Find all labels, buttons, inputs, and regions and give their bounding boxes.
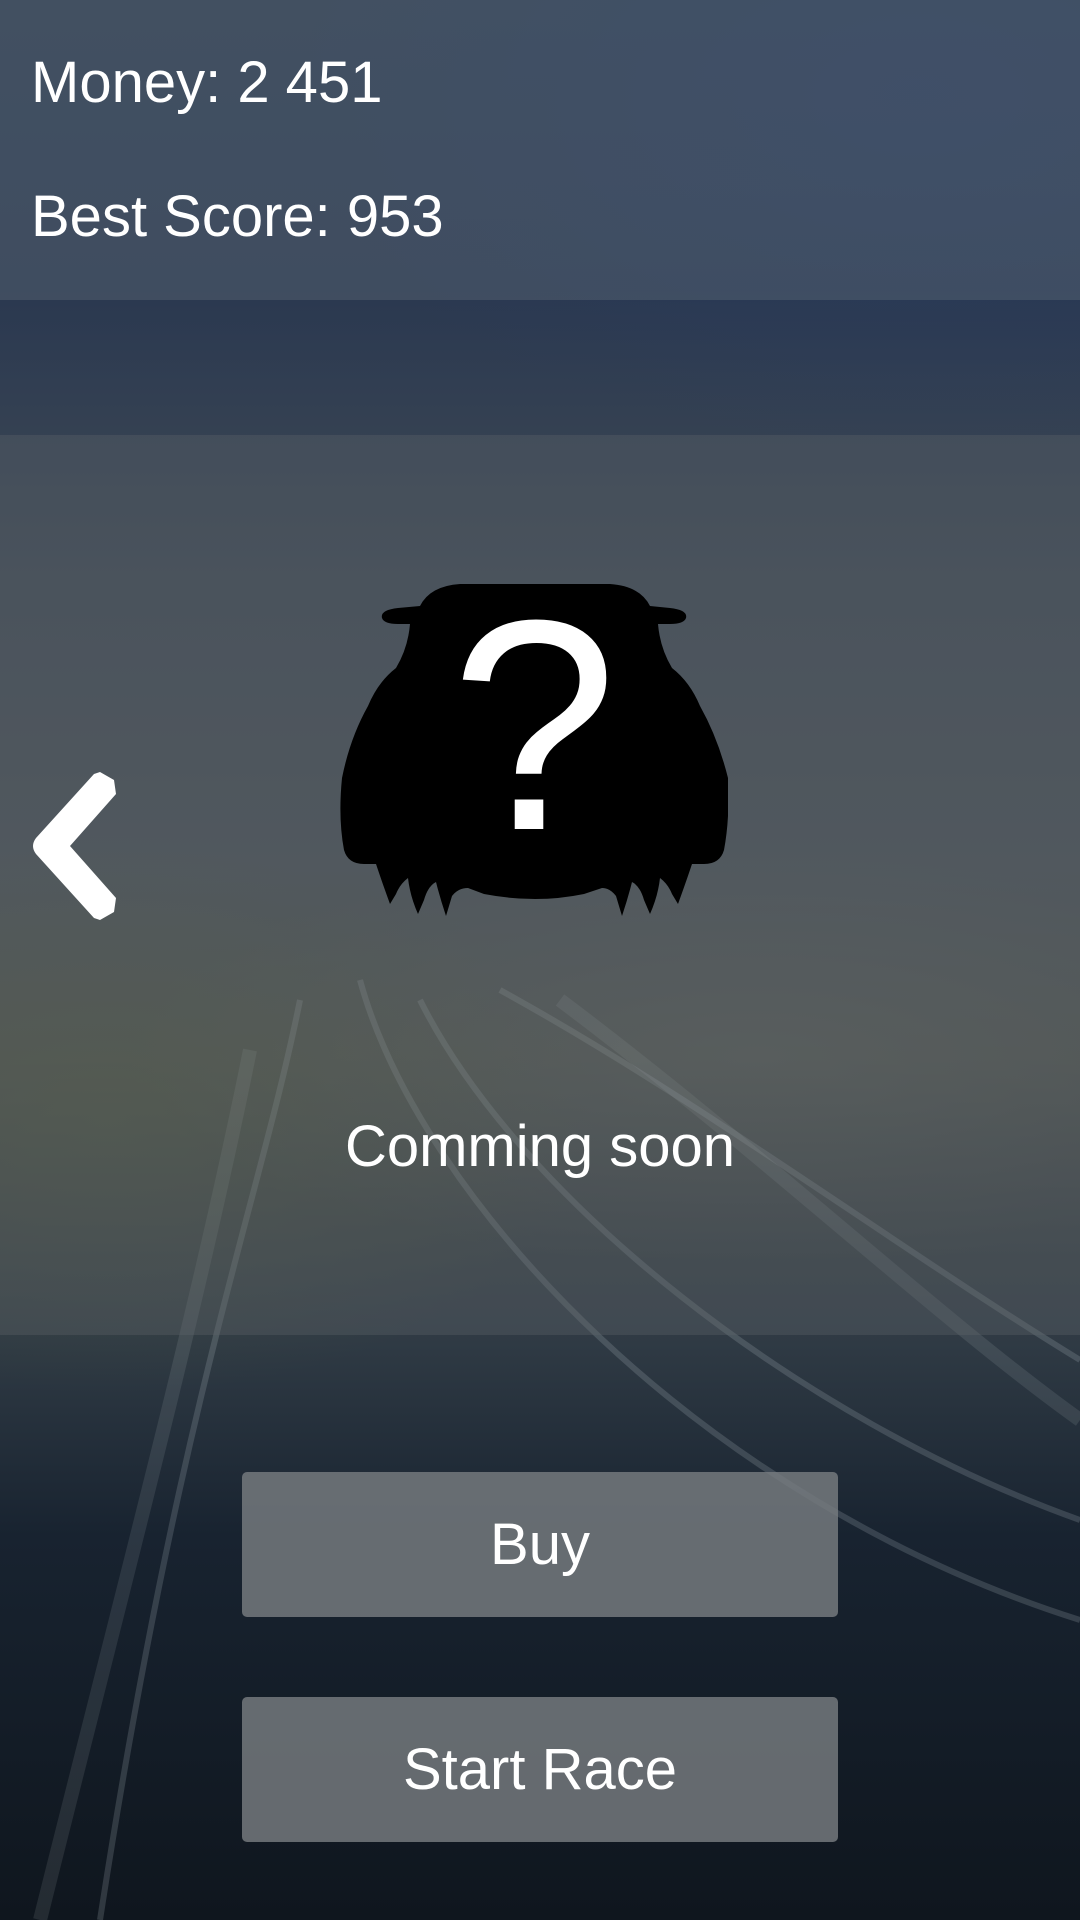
chevron-left-icon[interactable] (28, 770, 118, 922)
start-race-button[interactable]: Start Race (242, 1697, 838, 1842)
car-status-text: Comming soon (344, 1114, 736, 1179)
stats-panel (0, 0, 1080, 300)
unknown-car-question-mark: ? (450, 557, 618, 893)
money-label: Money: 2 451 (31, 50, 383, 115)
best-score-label: Best Score: 953 (31, 184, 444, 249)
buy-button[interactable]: Buy (242, 1472, 838, 1617)
